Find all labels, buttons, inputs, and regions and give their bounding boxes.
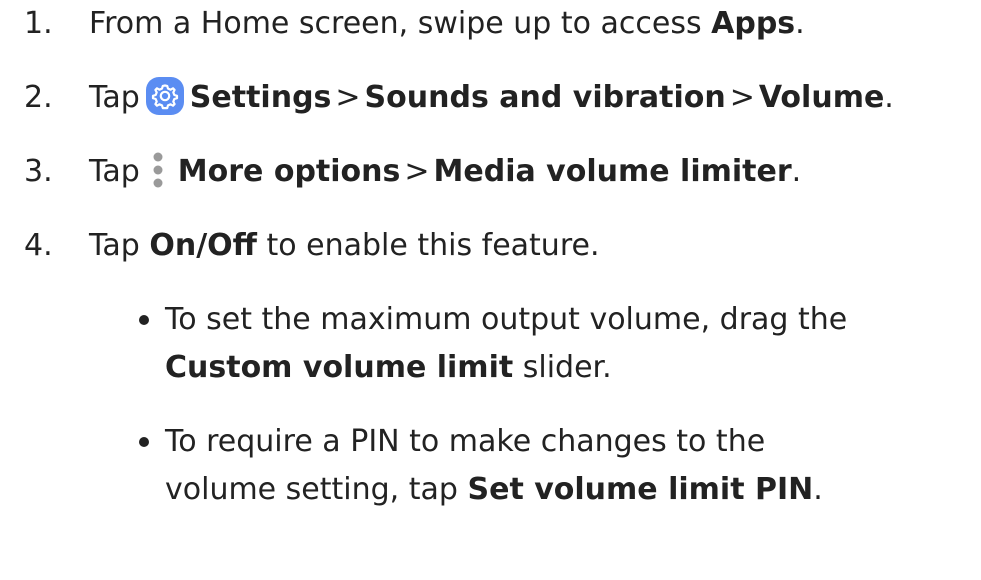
bullet-2-line-2-text: volume setting, tap Set volume limit PIN… — [165, 468, 823, 512]
settings-label: Settings — [189, 80, 332, 115]
breadcrumb-separator: > — [729, 80, 755, 115]
step-4-text: Tap On/Off to enable this feature. — [89, 224, 600, 268]
bullet-2-line-2-end: . — [813, 472, 823, 507]
step-4-tap: Tap — [89, 228, 150, 263]
media-volume-limiter-label: Media volume limiter — [433, 154, 792, 189]
bullet-1-line-2-text: Custom volume limit slider. — [165, 346, 612, 390]
breadcrumb-separator: > — [404, 154, 430, 189]
step-2-tap: Tap — [89, 80, 140, 115]
step-2-number: 2. — [24, 80, 53, 115]
bullet-dot — [139, 437, 149, 447]
breadcrumb-separator: > — [335, 80, 361, 115]
bullet-1-line-2-after: slider. — [513, 350, 612, 385]
volume-label: Volume — [758, 80, 885, 115]
bullet-1-line-1-text: To set the maximum output volume, drag t… — [165, 302, 848, 337]
step-2-text: Tap Settings > Sounds and vibration > Volume. — [89, 76, 894, 120]
bullet-dot — [139, 315, 149, 325]
step-3-number: 3. — [24, 154, 53, 189]
step-4-after: to enable this feature. — [256, 228, 600, 263]
step-3-end: . — [791, 154, 802, 189]
set-volume-limit-pin-label: Set volume limit PIN — [467, 472, 814, 507]
apps-label: Apps — [711, 6, 796, 41]
step-3-text: Tap More options > Media volume limiter. — [89, 150, 801, 194]
bullet-2-line-2-before: volume setting, tap — [165, 472, 468, 507]
step-3-tap: Tap — [89, 154, 140, 189]
more-options-icon — [153, 152, 163, 187]
gear-icon — [145, 76, 184, 115]
bullet-2-line-1-text: To require a PIN to make changes to the — [165, 424, 766, 459]
more-options-label: More options — [177, 154, 401, 189]
on-off-label: On/Off — [149, 228, 257, 263]
step-1-end: . — [795, 6, 805, 41]
step-1-text-before: From a Home screen, swipe up to access — [89, 6, 712, 41]
step-4-number: 4. — [24, 228, 53, 263]
step-2-end: . — [884, 80, 894, 115]
step-1-number: 1. — [24, 6, 53, 41]
step-1-text: From a Home screen, swipe up to access A… — [89, 2, 805, 46]
custom-volume-limit-label: Custom volume limit — [165, 350, 514, 385]
instruction-document: 1. From a Home screen, swipe up to acces… — [0, 0, 981, 580]
sounds-and-vibration-label: Sounds and vibration — [364, 80, 726, 115]
